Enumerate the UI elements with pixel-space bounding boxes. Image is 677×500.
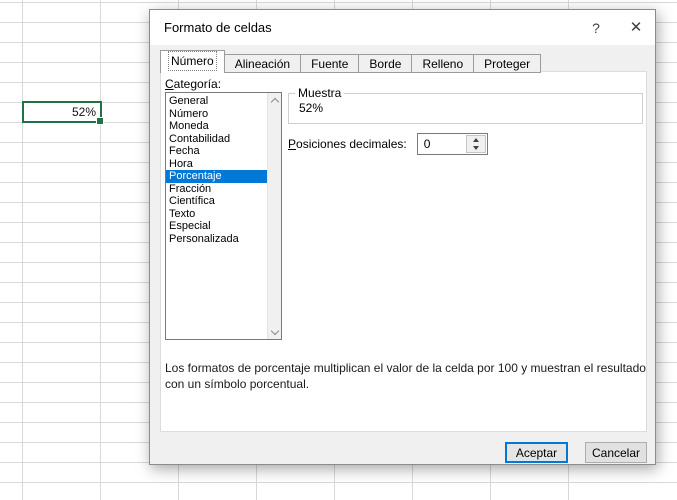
number-tab-page: Categoría: General Número Moneda Contabilid… xyxy=(160,71,647,432)
category-item[interactable]: Científica xyxy=(166,195,267,208)
category-item[interactable]: Número xyxy=(166,108,267,121)
dialog-title: Formato de celdas xyxy=(164,20,272,35)
spin-down-icon[interactable] xyxy=(467,144,485,152)
excel-screen: 52% Formato de celdas ? ✕ Número Alineac… xyxy=(0,0,677,500)
category-item[interactable]: Moneda xyxy=(166,120,267,133)
selected-cell-value: 52% xyxy=(71,105,96,119)
dialog-tab[interactable]: Alineación xyxy=(223,54,302,73)
sample-label: Muestra xyxy=(298,86,342,100)
scroll-down-icon[interactable] xyxy=(268,326,281,339)
dialog-tab[interactable]: Proteger xyxy=(473,54,542,73)
spinner-buttons[interactable] xyxy=(465,135,486,153)
decimal-places-stepper[interactable]: 0 xyxy=(416,133,488,155)
category-item[interactable]: Porcentaje xyxy=(166,170,267,183)
dialog-tab[interactable]: Número xyxy=(160,50,225,73)
sample-group: Muestra 52% xyxy=(288,86,643,124)
category-item[interactable]: Especial xyxy=(166,220,267,233)
format-cells-dialog: Formato de celdas ? ✕ Número Alineación … xyxy=(149,9,656,465)
category-label: Categoría: xyxy=(165,77,222,91)
close-icon[interactable]: ✕ xyxy=(625,18,647,38)
dialog-tab[interactable]: Borde xyxy=(358,54,413,73)
fill-handle[interactable] xyxy=(96,117,104,125)
tab-strip: Número Alineación Fuente Borde Relleno P… xyxy=(160,50,542,73)
category-list: General Número Moneda Contabilidad Fecha Hora… xyxy=(166,93,267,339)
category-item[interactable]: Texto xyxy=(166,208,267,221)
dialog-titlebar[interactable]: Formato de celdas ? ✕ xyxy=(150,10,655,45)
category-item[interactable]: Contabilidad xyxy=(166,133,267,146)
accept-button[interactable]: Aceptar xyxy=(505,442,568,463)
category-item[interactable]: Fracción xyxy=(166,183,267,196)
decimal-places-label: Posiciones decimales: xyxy=(288,137,407,151)
spin-up-icon[interactable] xyxy=(467,136,485,144)
sample-value: 52% xyxy=(299,101,324,115)
cancel-button[interactable]: Cancelar xyxy=(585,442,647,463)
category-scrollbar[interactable] xyxy=(267,93,281,339)
dialog-tab[interactable]: Relleno xyxy=(411,54,475,73)
category-item[interactable]: Personalizada xyxy=(166,233,267,246)
decimal-places-row: Posiciones decimales: 0 xyxy=(288,132,488,156)
selected-cell[interactable]: 52% xyxy=(22,101,104,125)
category-item[interactable]: Fecha xyxy=(166,145,267,158)
category-listbox: General Número Moneda Contabilidad Fecha Hora… xyxy=(165,92,282,340)
scroll-up-icon[interactable] xyxy=(268,93,281,106)
category-item[interactable]: General xyxy=(166,95,267,108)
format-description: Los formatos de porcentaje multiplican e… xyxy=(165,361,646,392)
help-icon[interactable]: ? xyxy=(585,18,607,38)
decimal-places-value[interactable]: 0 xyxy=(418,134,465,154)
dialog-tab[interactable]: Fuente xyxy=(300,54,360,73)
category-item[interactable]: Hora xyxy=(166,158,267,171)
